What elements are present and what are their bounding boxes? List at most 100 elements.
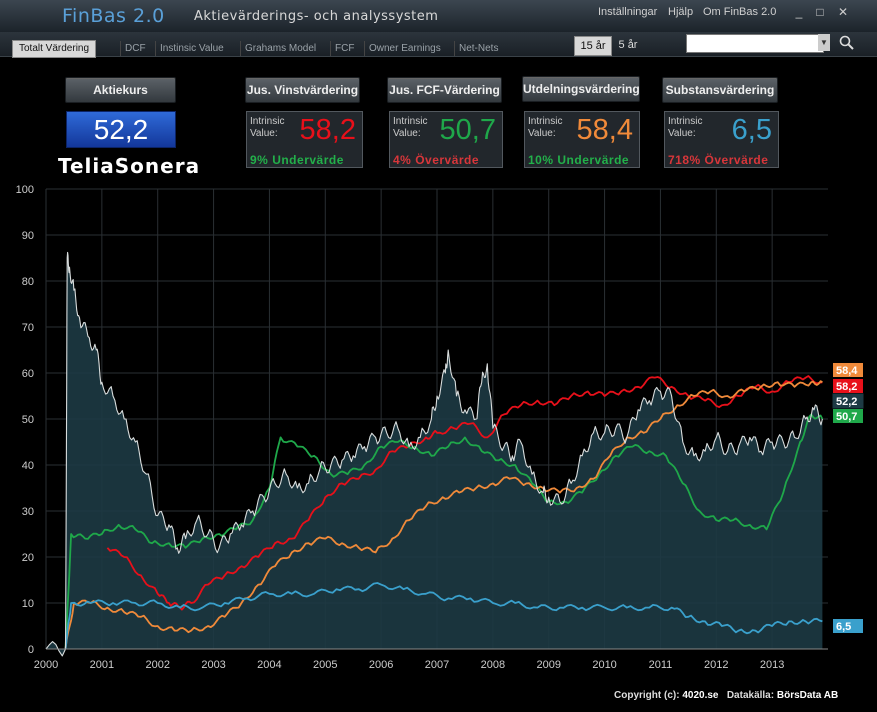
x-tick-label: 2000	[34, 659, 58, 671]
end-label-box	[833, 409, 863, 423]
substans-verdict-pct: 718%	[668, 153, 701, 167]
title-bar: FinBas 2.0 Aktievärderings- och analyssy…	[0, 0, 877, 32]
search-dropdown-icon[interactable]: ▼	[818, 34, 830, 51]
price-value: 52,2	[66, 111, 176, 148]
vinst-verdict: Undervärde	[272, 153, 344, 167]
search-icon[interactable]	[838, 34, 856, 52]
end-label-text: 6,5	[836, 621, 851, 633]
copyright-prefix: Copyright (c):	[614, 690, 680, 701]
tab-fcf[interactable]: FCF	[330, 41, 354, 56]
intrinsic-label: Intrinsic	[393, 116, 428, 127]
value-label: Value:	[668, 128, 696, 139]
maximize-button[interactable]: □	[812, 5, 828, 19]
y-tick-label: 70	[22, 322, 34, 334]
tab-owner-earnings[interactable]: Owner Earnings	[364, 41, 441, 56]
end-label-text: 58,4	[836, 365, 858, 377]
vinst-verdict-pct: 9%	[250, 153, 269, 167]
end-label-box	[833, 619, 863, 633]
chart-series	[45, 251, 824, 657]
fcf-valuation-card: Intrinsic Value: 50,7 4% Övervärde	[389, 111, 503, 168]
end-label-text: 58,2	[836, 381, 857, 393]
y-tick-label: 10	[22, 598, 34, 610]
y-tick-label: 50	[22, 414, 34, 426]
footer: Copyright (c): 4020.se Datakälla: BörsDa…	[614, 690, 838, 701]
utdelning-verdict: Undervärde	[557, 153, 630, 167]
search-input[interactable]	[686, 34, 824, 53]
x-tick-label: 2010	[592, 659, 616, 671]
y-tick-label: 90	[22, 230, 34, 242]
menu-about[interactable]: Om FinBas 2.0	[703, 6, 776, 18]
value-label: Value:	[528, 128, 556, 139]
end-label-box	[833, 379, 863, 393]
y-tick-label: 100	[16, 184, 34, 196]
y-tick-label: 40	[22, 460, 34, 472]
end-label-text: 52,2	[836, 396, 857, 408]
x-tick-label: 2006	[369, 659, 393, 671]
end-label-box	[833, 363, 863, 377]
y-tick-label: 30	[22, 506, 34, 518]
tab-intrinsic-value[interactable]: Instinsic Value	[155, 41, 224, 56]
tab-dcf[interactable]: DCF	[120, 41, 146, 56]
period-5-years-button[interactable]: 5 år	[613, 36, 643, 54]
x-tick-label: 2003	[201, 659, 225, 671]
x-tick-label: 2005	[313, 659, 337, 671]
value-label: Value:	[250, 128, 278, 139]
menu-settings[interactable]: Inställningar	[598, 6, 657, 18]
tab-totalt-vardering[interactable]: Totalt Värdering	[12, 40, 97, 58]
vinst-intrinsic-value: 58,2	[299, 114, 356, 146]
x-tick-label: 2011	[649, 659, 673, 671]
period-15-years-button[interactable]: 15 år	[574, 36, 612, 56]
x-tick-label: 2013	[760, 659, 784, 671]
y-tick-label: 60	[22, 368, 34, 380]
tab-grahams-model[interactable]: Grahams Model	[240, 41, 316, 56]
end-label-text: 50,7	[836, 411, 857, 423]
x-tick-label: 2004	[257, 659, 281, 671]
utdelning-valuation-card: Intrinsic Value: 58,4 10% Undervärde	[524, 111, 640, 168]
x-tick-label: 2001	[90, 659, 114, 671]
x-tick-label: 2012	[704, 659, 728, 671]
fcf-verdict: Övervärde	[415, 153, 480, 167]
utdelning-intrinsic-value: 58,4	[576, 114, 633, 146]
end-label-box	[832, 393, 864, 409]
tab-net-nets[interactable]: Net-Nets	[454, 41, 498, 56]
price-valuation-chart: 0 10 20 30 40 50 60 70 80 90 100 2000 2001 2002 2003 20…	[16, 184, 864, 671]
fcf-verdict-pct: 4%	[393, 153, 412, 167]
source-prefix: Datakälla:	[726, 690, 775, 701]
series-area-0	[46, 252, 823, 656]
vinst-valuation-label[interactable]: Jus. Vinstvärdering	[245, 77, 360, 103]
utdelning-valuation-label[interactable]: Utdelningsvärdering	[522, 76, 640, 102]
y-tick-label: 80	[22, 276, 34, 288]
x-tick-label: 2002	[145, 659, 169, 671]
company-name: TeliaSonera	[58, 154, 201, 178]
close-button[interactable]: ✕	[835, 5, 851, 19]
substans-valuation-label[interactable]: Substansvärdering	[662, 77, 778, 103]
chart-grid	[45, 188, 828, 650]
value-label: Value:	[393, 128, 421, 139]
chart-end-labels: 58,4 58,2 52,2 50,7 6,5	[832, 363, 864, 633]
utdelning-verdict-pct: 10%	[528, 153, 554, 167]
intrinsic-label: Intrinsic	[668, 116, 703, 127]
vinst-valuation-card: Intrinsic Value: 58,2 9% Undervärde	[246, 111, 363, 168]
x-tick-label: 2009	[536, 659, 560, 671]
substans-intrinsic-value: 6,5	[731, 114, 772, 146]
x-tick-label: 2008	[481, 659, 505, 671]
series-line-3	[64, 380, 823, 650]
series-line-2	[64, 413, 824, 650]
menu-help[interactable]: Hjälp	[668, 6, 693, 18]
app-name: FinBas 2.0	[62, 5, 165, 27]
series-line-1	[106, 375, 823, 611]
app-subtitle: Aktievärderings- och analyssystem	[194, 9, 439, 24]
substans-verdict: Övervärde	[704, 153, 769, 167]
copyright-site[interactable]: 4020.se	[682, 690, 718, 701]
intrinsic-label: Intrinsic	[250, 116, 285, 127]
y-tick-label: 0	[28, 644, 34, 656]
series-line-4	[64, 582, 823, 650]
intrinsic-label: Intrinsic	[528, 116, 563, 127]
price-label: Aktiekurs	[65, 77, 176, 103]
minimize-button[interactable]: _	[791, 5, 807, 19]
fcf-valuation-label[interactable]: Jus. FCF-Värdering	[387, 77, 502, 103]
source-name: BörsData AB	[776, 690, 839, 701]
series-line-0	[45, 251, 823, 657]
chart-axes: 0 10 20 30 40 50 60 70 80 90 100 2000 2001 2002 2003 20…	[16, 184, 828, 671]
fcf-intrinsic-value: 50,7	[439, 114, 496, 146]
